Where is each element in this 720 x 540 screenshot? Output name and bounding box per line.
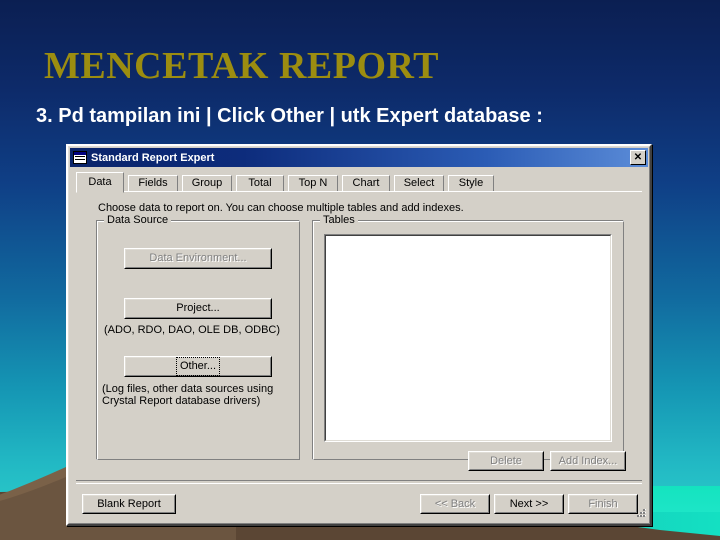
tab-data[interactable]: Data (76, 172, 124, 193)
data-source-legend: Data Source (104, 214, 172, 226)
next-button[interactable]: Next >> (494, 494, 564, 514)
slide-canvas: MENCETAK REPORT 3. Pd tampilan ini | Cli… (0, 0, 720, 540)
tabstrip-underline (76, 191, 642, 194)
footer-separator (76, 480, 642, 484)
other-hint-line-1: (Log files, other data sources using (102, 383, 274, 395)
report-window-icon (73, 151, 87, 164)
tab-style[interactable]: Style (448, 175, 494, 192)
other-hint-line-2: Crystal Report database drivers) (102, 395, 261, 407)
slide-subtitle: 3. Pd tampilan ini | Click Other | utk E… (36, 105, 543, 127)
resize-grip-icon[interactable] (633, 507, 647, 521)
dialog-title-text: Standard Report Expert (91, 151, 215, 164)
listbox-bevel (325, 235, 611, 441)
standard-report-expert-dialog: Standard Report Expert ✕ Data Fields Gro… (66, 144, 652, 526)
instruction-text: Choose data to report on. You can choose… (98, 202, 464, 214)
other-hint-text: (Log files, other data sources using Cry… (102, 383, 273, 407)
tab-top-n[interactable]: Top N (288, 175, 338, 192)
data-environment-button[interactable]: Data Environment... (124, 248, 272, 269)
project-hint-text: (ADO, RDO, DAO, OLE DB, ODBC) (104, 324, 281, 336)
finish-button[interactable]: Finish (568, 494, 638, 514)
tab-total[interactable]: Total (236, 175, 284, 192)
delete-button[interactable]: Delete (468, 451, 544, 471)
dialog-tabstrip: Data Fields Group Total Top N Chart Sele… (76, 172, 642, 193)
tables-listbox[interactable] (324, 234, 612, 442)
blank-report-button[interactable]: Blank Report (82, 494, 176, 514)
add-index-button[interactable]: Add Index... (550, 451, 626, 471)
tab-fields[interactable]: Fields (128, 175, 178, 192)
tables-legend: Tables (320, 214, 358, 226)
tab-chart[interactable]: Chart (342, 175, 390, 192)
back-button[interactable]: << Back (420, 494, 490, 514)
dialog-titlebar[interactable]: Standard Report Expert ✕ (70, 148, 648, 167)
tab-group[interactable]: Group (182, 175, 232, 192)
page-title: MENCETAK REPORT (44, 45, 439, 87)
project-button[interactable]: Project... (124, 298, 272, 319)
other-button[interactable]: Other... (124, 356, 272, 377)
close-glyph: ✕ (633, 152, 643, 163)
close-icon[interactable]: ✕ (630, 150, 646, 165)
tab-select[interactable]: Select (394, 175, 444, 192)
